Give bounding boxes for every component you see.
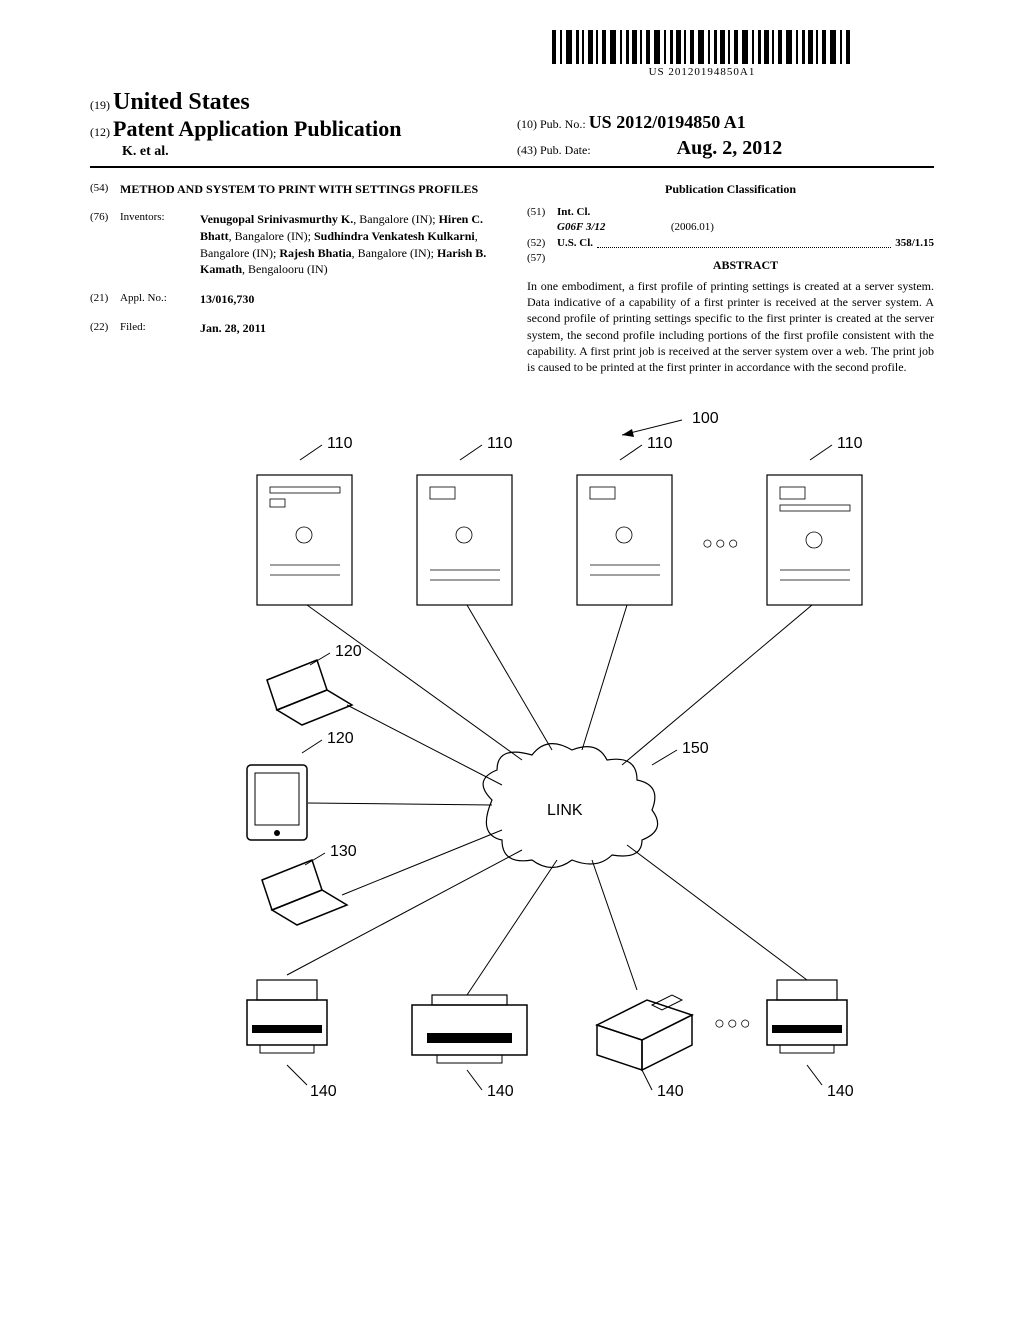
filed-value: Jan. 28, 2011 [200,321,497,336]
barcode: US 20120194850A1 [552,30,852,78]
ref-110-4: 110 [837,435,863,453]
ref-140-3: 140 [657,1083,684,1101]
title-value: METHOD AND SYSTEM TO PRINT WITH SETTINGS… [120,182,497,197]
appl-code: (21) [90,292,120,307]
filed-code: (22) [90,321,120,336]
ref-110-2: 110 [487,435,513,453]
code-10: (10) [517,117,537,131]
authors-line: K. et al. [90,144,507,160]
ref-150: 150 [682,740,709,758]
ref-110-3: 110 [647,435,673,453]
uscl-row: (52) U.S. Cl. 358/1.15 [527,236,934,251]
server-4 [767,445,862,605]
patent-page: US 20120194850A1 (19) United States (12)… [0,0,1024,1165]
printer-4 [767,980,847,1085]
title-row: (54) METHOD AND SYSTEM TO PRINT WITH SET… [90,182,497,197]
laptop-1 [267,653,352,725]
header-right: (10) Pub. No.: US 2012/0194850 A1 (43) P… [507,112,934,160]
pub-no-line: (10) Pub. No.: US 2012/0194850 A1 [517,112,934,133]
inventors-row: (76) Inventors: Venugopal Srinivasmurthy… [90,211,497,278]
barcode-area: US 20120194850A1 [90,30,934,79]
appl-row: (21) Appl. No.: 13/016,730 [90,292,497,307]
classification-heading: Publication Classification [527,182,934,197]
code-43: (43) [517,143,537,157]
server-1 [257,445,352,605]
content-columns: (54) METHOD AND SYSTEM TO PRINT WITH SET… [90,182,934,375]
filed-row: (22) Filed: Jan. 28, 2011 [90,321,497,336]
code-19: (19) [90,98,110,112]
pub-type-line: (12) Patent Application Publication [90,116,507,142]
ref-100: 100 [692,410,719,428]
country: United States [113,89,250,115]
pub-date-label: Pub. Date: [540,143,591,157]
ref-140-4: 140 [827,1083,854,1101]
left-column: (54) METHOD AND SYSTEM TO PRINT WITH SET… [90,182,497,375]
abstract-heading: ABSTRACT [557,257,934,274]
ellipsis-servers: ○○○ [702,533,741,554]
pub-date: Aug. 2, 2012 [677,137,783,159]
uscl-code: (52) [527,236,557,251]
intcl-code: (51) [527,205,557,236]
intcl-label: Int. Cl. [557,206,590,218]
country-line: (19) United States [90,89,507,116]
barcode-number: US 20120194850A1 [552,66,852,78]
ref-130: 130 [330,843,357,861]
header-row: (19) United States (12) Patent Applicati… [90,89,934,168]
abstract-body: ABSTRACT [557,251,934,278]
filed-label: Filed: [120,321,200,336]
tablet-1 [247,740,322,840]
figure-svg: LINK [152,405,872,1135]
abstract-code: (57) [527,251,557,278]
printer-3 [597,995,692,1090]
inventors-label: Inventors: [120,211,200,278]
right-column: Publication Classification (51) Int. Cl.… [527,182,934,375]
barcode-svg [552,30,852,64]
inventors-value: Venugopal Srinivasmurthy K., Bangalore (… [200,211,497,278]
ref-140-1: 140 [310,1083,337,1101]
ref-140-2: 140 [487,1083,514,1101]
intcl-class: G06F 3/12 [557,221,605,233]
link-text: LINK [547,802,583,819]
uscl-body: U.S. Cl. 358/1.15 [557,236,934,251]
ref-110-1: 110 [327,435,353,453]
header-left: (19) United States (12) Patent Applicati… [90,89,507,160]
laptop-2 [262,853,347,925]
ref-120-2: 120 [327,730,354,748]
title-code: (54) [90,182,120,197]
ref-120-1: 120 [335,643,362,661]
appl-label: Appl. No.: [120,292,200,307]
printer-1 [247,980,327,1085]
abstract-text: In one embodiment, a first profile of pr… [527,278,934,375]
printer-2 [412,995,527,1090]
code-12: (12) [90,125,110,139]
uscl-label: U.S. Cl. [557,236,593,251]
uscl-value: 358/1.15 [895,236,934,251]
uscl-dots [597,236,891,248]
intcl-row: (51) Int. Cl. G06F 3/12 (2006.01) [527,205,934,236]
pub-no-label: Pub. No.: [540,117,586,131]
intcl-body: Int. Cl. G06F 3/12 (2006.01) [557,205,934,236]
server-2 [417,445,512,605]
appl-value: 13/016,730 [200,292,497,307]
pub-no: US 2012/0194850 A1 [589,112,746,132]
pub-type: Patent Application Publication [113,116,401,141]
abstract-row: (57) ABSTRACT [527,251,934,278]
intcl-year: (2006.01) [671,221,714,233]
server-3 [577,445,672,605]
inventors-code: (76) [90,211,120,278]
cloud-link: LINK [483,744,677,868]
ellipsis-printers: ○○○ [714,1013,753,1034]
figure-area: LINK [152,405,872,1135]
pub-date-line: (43) Pub. Date: Aug. 2, 2012 [517,137,934,160]
